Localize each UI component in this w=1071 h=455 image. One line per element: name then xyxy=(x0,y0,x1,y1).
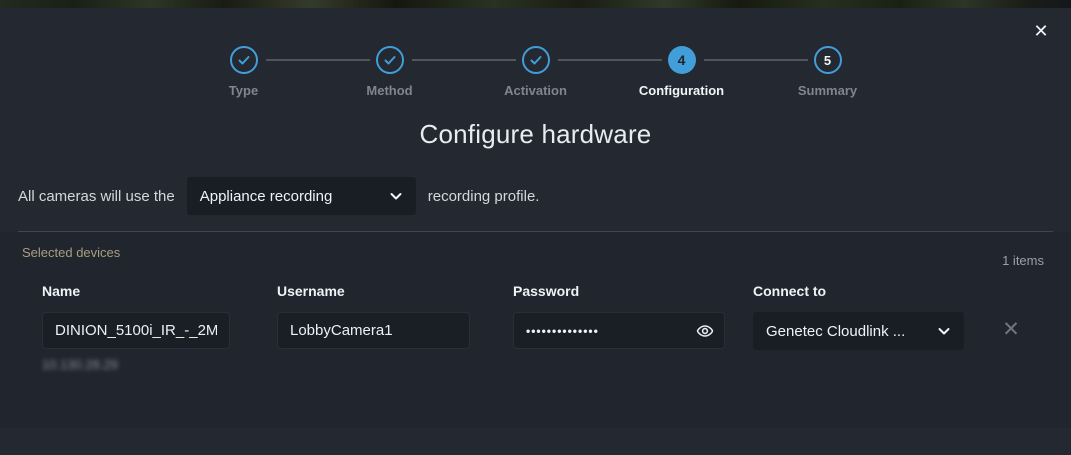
column-header-name: Name xyxy=(42,283,230,299)
table-row-name-cell xyxy=(42,312,230,349)
device-name-input[interactable] xyxy=(42,312,230,349)
column-header-password: Password xyxy=(513,283,725,299)
recording-profile-value: Appliance recording xyxy=(200,188,333,205)
table-row-password-cell xyxy=(513,312,725,349)
table-row-username-cell xyxy=(277,312,470,349)
step-summary-number-circle: 5 xyxy=(814,46,842,74)
configure-hardware-dialog: ✕ Type Method Activation 4 Configuration xyxy=(0,8,1071,455)
page-title: Configure hardware xyxy=(0,119,1071,150)
step-method-label: Method xyxy=(366,83,412,98)
step-type-check-circle xyxy=(230,46,258,74)
step-configuration-number-circle: 4 xyxy=(668,46,696,74)
step-activation[interactable]: Activation xyxy=(463,46,609,98)
step-connector xyxy=(704,59,808,61)
connect-to-value: Genetec Cloudlink ... xyxy=(766,323,905,340)
connect-to-dropdown[interactable]: Genetec Cloudlink ... xyxy=(753,312,964,350)
chevron-down-icon xyxy=(389,189,403,203)
table-row-connect-cell: Genetec Cloudlink ... xyxy=(753,312,964,349)
step-summary[interactable]: 5 Summary xyxy=(755,46,901,98)
background-app-strip xyxy=(0,0,1071,8)
column-header-connect-to: Connect to xyxy=(753,283,964,299)
device-password-input[interactable] xyxy=(513,312,725,349)
step-activation-check-circle xyxy=(522,46,550,74)
device-ip-label: 10.130.28.29 xyxy=(42,357,118,372)
recording-profile-dropdown[interactable]: Appliance recording xyxy=(187,177,416,215)
items-count: 1 items xyxy=(1002,253,1044,268)
recording-profile-row: All cameras will use the Appliance recor… xyxy=(18,177,1071,215)
step-connector xyxy=(412,59,516,61)
profile-text-after: recording profile. xyxy=(428,188,540,205)
step-connector xyxy=(266,59,370,61)
selected-devices-section: Selected devices 1 items Name Username P… xyxy=(0,232,1071,428)
check-icon xyxy=(383,53,397,67)
step-connector xyxy=(558,59,662,61)
step-activation-label: Activation xyxy=(504,83,567,98)
step-type-label: Type xyxy=(229,83,258,98)
close-icon[interactable]: ✕ xyxy=(1029,19,1053,43)
selected-devices-label: Selected devices xyxy=(22,245,1071,260)
column-header-username: Username xyxy=(277,283,470,299)
step-summary-label: Summary xyxy=(798,83,857,98)
eye-icon[interactable] xyxy=(695,321,715,341)
step-type[interactable]: Type xyxy=(171,46,317,98)
step-method[interactable]: Method xyxy=(317,46,463,98)
remove-device-icon[interactable]: ✕ xyxy=(998,317,1024,343)
chevron-down-icon xyxy=(937,324,951,338)
device-username-input[interactable] xyxy=(277,312,470,349)
profile-text-before: All cameras will use the xyxy=(18,188,175,205)
check-icon xyxy=(529,53,543,67)
wizard-stepper: Type Method Activation 4 Configuration 5… xyxy=(0,8,1071,98)
device-table: Name Username Password Connect to Genete… xyxy=(0,283,1071,393)
step-configuration[interactable]: 4 Configuration xyxy=(609,46,755,98)
step-configuration-label: Configuration xyxy=(639,83,724,98)
step-method-check-circle xyxy=(376,46,404,74)
check-icon xyxy=(237,53,251,67)
